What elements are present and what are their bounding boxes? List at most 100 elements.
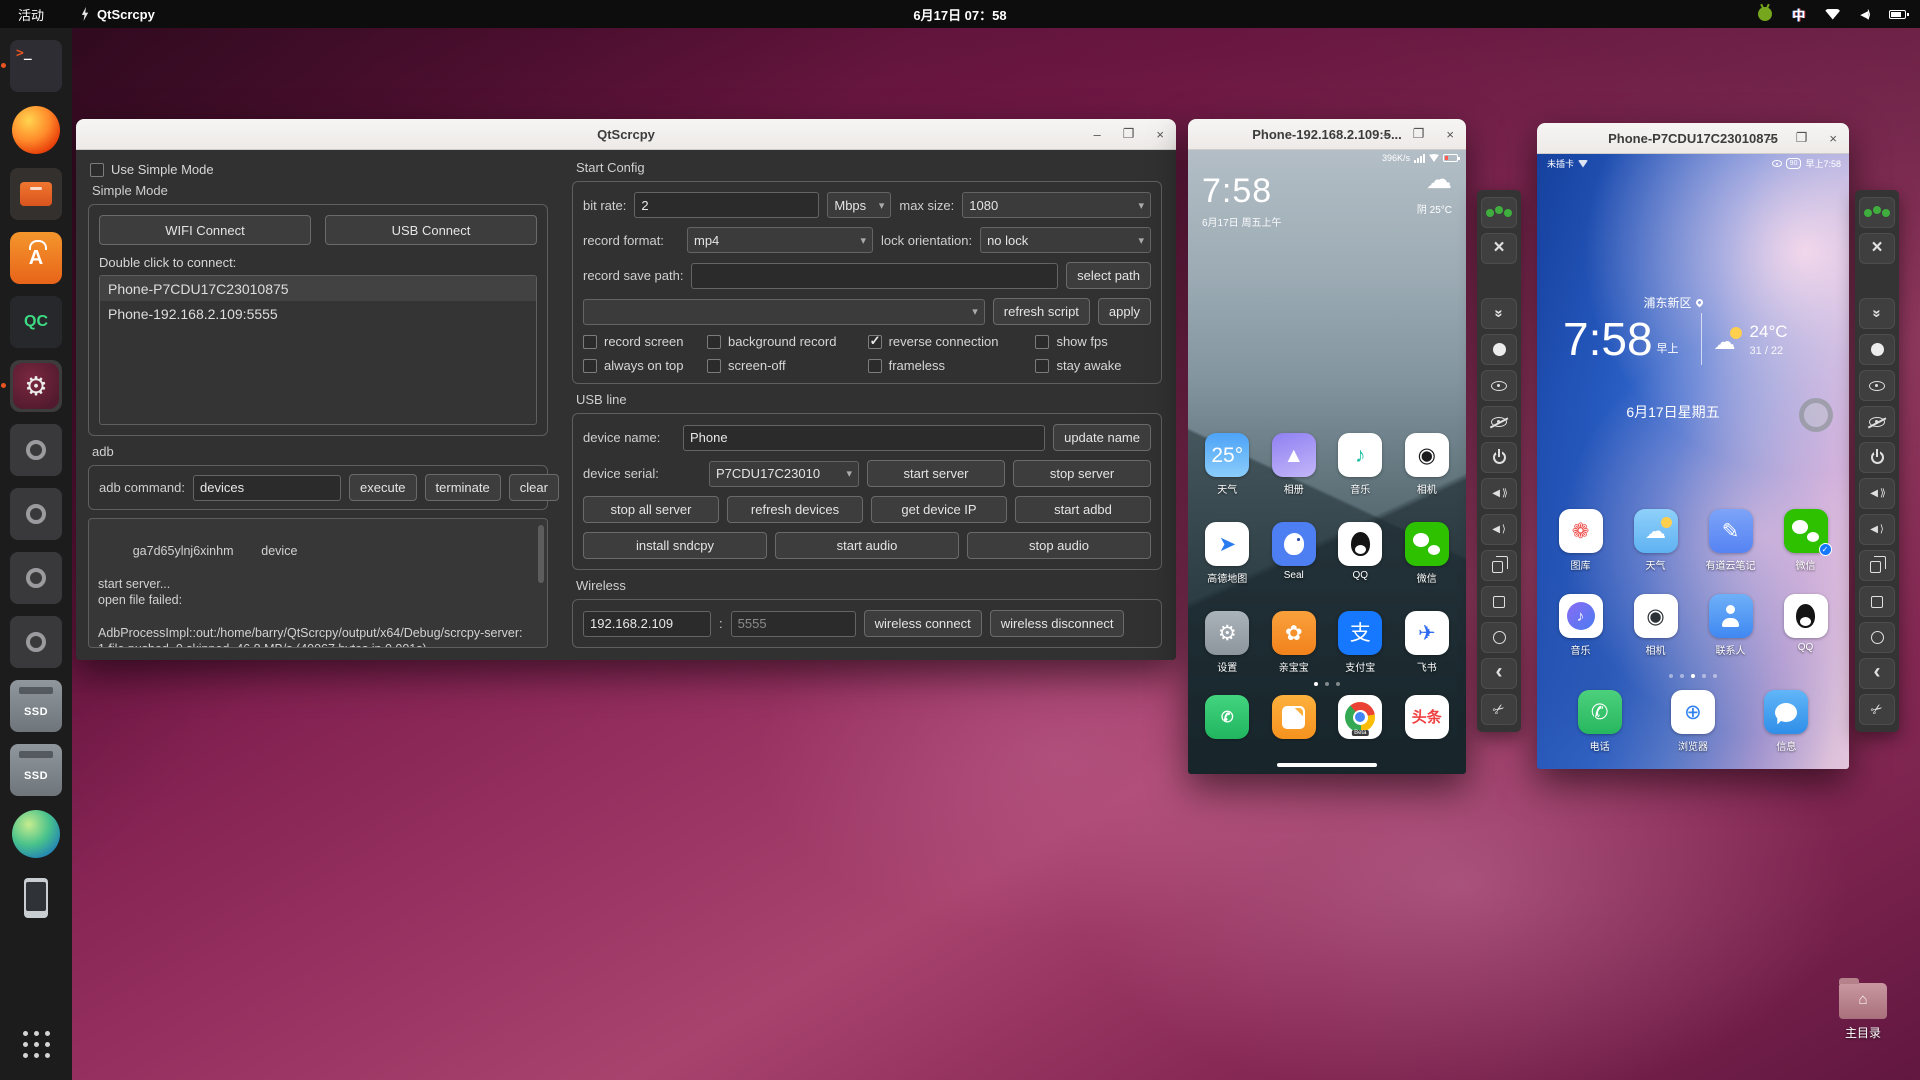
adb-output[interactable]: ga7d65ylnj6xinhm device start server... … xyxy=(88,518,548,648)
input-method-indicator[interactable]: 中 xyxy=(1792,5,1805,24)
stop-audio-button[interactable]: stop audio xyxy=(967,532,1151,559)
dock-chrome[interactable]: Beta xyxy=(1330,695,1390,739)
minimize-button[interactable]: – xyxy=(1767,131,1774,146)
wifi-icon[interactable] xyxy=(1825,8,1841,20)
stop-server-button[interactable]: stop server xyxy=(1013,460,1151,487)
minimize-button[interactable]: – xyxy=(1384,127,1391,142)
close-screen-icon[interactable] xyxy=(1481,406,1517,437)
back-icon[interactable] xyxy=(1859,658,1895,689)
app-wechat[interactable]: ✓ 微信 xyxy=(1776,509,1836,572)
minimize-button[interactable]: – xyxy=(1094,127,1101,142)
wireless-disconnect-button[interactable]: wireless disconnect xyxy=(989,610,1125,637)
bitrate-unit-select[interactable]: Mbps xyxy=(827,192,892,218)
app-contacts[interactable]: 联系人 xyxy=(1701,594,1761,657)
lock-orientation-select[interactable]: no lock xyxy=(980,227,1151,253)
checkbox-always-on-top[interactable]: always on top xyxy=(583,358,707,373)
volume-up-icon[interactable] xyxy=(1481,478,1517,509)
ssd-drive-icon[interactable]: SSD xyxy=(10,680,62,732)
close-button[interactable]: × xyxy=(1446,127,1454,142)
app-qq[interactable]: QQ xyxy=(1330,522,1390,585)
home-indicator[interactable] xyxy=(1277,763,1377,767)
app-switch-icon[interactable] xyxy=(1481,550,1517,581)
open-screen-icon[interactable] xyxy=(1859,370,1895,401)
touch-toggle-icon[interactable] xyxy=(1859,334,1895,365)
firefox-icon[interactable] xyxy=(12,106,60,154)
files-icon[interactable] xyxy=(10,168,62,220)
screenshot-icon[interactable] xyxy=(1859,694,1895,725)
globe-app-icon[interactable] xyxy=(12,810,60,858)
group-control-icon[interactable] xyxy=(1481,196,1517,228)
open-screen-icon[interactable] xyxy=(1481,370,1517,401)
wireless-connect-button[interactable]: wireless connect xyxy=(863,610,982,637)
fullscreen-icon[interactable] xyxy=(1481,232,1517,264)
battery-icon[interactable] xyxy=(1889,9,1909,19)
app-weather[interactable]: ☁ 天气 xyxy=(1626,509,1686,572)
app-amap[interactable]: ➤ 高德地图 xyxy=(1197,522,1257,585)
scrollbar-thumb[interactable] xyxy=(538,525,544,583)
checkbox-record-screen[interactable]: record screen xyxy=(583,334,707,349)
focused-app-menu[interactable]: QtScrcpy xyxy=(80,7,155,22)
ubuntu-software-icon[interactable]: A xyxy=(10,232,62,284)
dock-phone[interactable]: ✆ 电话 xyxy=(1570,690,1630,753)
device-serial-select[interactable]: P7CDU17C23010 xyxy=(709,460,859,487)
max-size-select[interactable]: 1080 xyxy=(962,192,1151,218)
wifi-connect-button[interactable]: WIFI Connect xyxy=(99,215,311,245)
wireless-ip-input[interactable] xyxy=(583,610,711,637)
expand-toolbar-icon[interactable] xyxy=(1859,298,1895,329)
app-gallery[interactable]: ▲ 相册 xyxy=(1264,433,1324,496)
power-icon[interactable] xyxy=(1859,442,1895,473)
maximize-button[interactable]: ❐ xyxy=(1413,126,1425,142)
start-adbd-button[interactable]: start adbd xyxy=(1015,496,1151,523)
use-simple-mode-checkbox[interactable]: Use Simple Mode xyxy=(90,162,548,177)
device-list[interactable]: Phone-P7CDU17C23010875 Phone-192.168.2.10… xyxy=(99,275,537,425)
app-switch-icon[interactable] xyxy=(1859,550,1895,581)
device-name-input[interactable] xyxy=(683,424,1046,451)
app-music[interactable]: ♪ 音乐 xyxy=(1551,594,1611,657)
activities-button[interactable]: 活动 xyxy=(18,5,44,24)
checkbox-reverse-connection[interactable]: reverse connection xyxy=(867,333,1036,349)
volume-up-icon[interactable] xyxy=(1859,478,1895,509)
home-icon[interactable] xyxy=(1481,622,1517,653)
script-select[interactable] xyxy=(583,298,985,325)
app-wechat[interactable]: 微信 xyxy=(1397,522,1457,585)
app-camera[interactable]: ◉ 相机 xyxy=(1626,594,1686,657)
app-youdao-notes[interactable]: ✎ 有道云笔记 xyxy=(1701,509,1761,572)
app-qq[interactable]: QQ xyxy=(1776,594,1836,657)
maximize-button[interactable]: ❐ xyxy=(1123,126,1135,142)
device-window-icon[interactable] xyxy=(10,552,62,604)
menu-icon[interactable] xyxy=(1859,586,1895,617)
wireless-port-input[interactable] xyxy=(730,610,856,637)
apply-button[interactable]: apply xyxy=(1097,298,1151,325)
start-server-button[interactable]: start server xyxy=(867,460,1005,487)
app-alipay[interactable]: 支 支付宝 xyxy=(1330,611,1390,674)
dock-browser[interactable]: ⊕ 浏览器 xyxy=(1663,690,1723,753)
group-control-icon[interactable] xyxy=(1859,196,1895,228)
device-window-icon[interactable] xyxy=(10,424,62,476)
app-weather[interactable]: 25° 天气 xyxy=(1197,433,1257,496)
refresh-devices-button[interactable]: refresh devices xyxy=(727,496,863,523)
bit-rate-input[interactable] xyxy=(634,192,820,218)
app-music[interactable]: ♪ 音乐 xyxy=(1330,433,1390,496)
volume-down-icon[interactable] xyxy=(1481,514,1517,545)
install-sndcpy-button[interactable]: install sndcpy xyxy=(583,532,767,559)
app-gallery[interactable]: ❁ 图库 xyxy=(1551,509,1611,572)
qc-app-icon[interactable]: QC xyxy=(10,296,62,348)
power-icon[interactable] xyxy=(1481,442,1517,473)
phone1-titlebar[interactable]: Phone-192.168.2.109:5... – ❐ × xyxy=(1188,119,1466,150)
show-apps-icon[interactable] xyxy=(10,1018,62,1070)
terminate-button[interactable]: terminate xyxy=(424,474,501,501)
stop-all-server-button[interactable]: stop all server xyxy=(583,496,719,523)
device-item-usb[interactable]: Phone-P7CDU17C23010875 xyxy=(100,276,536,301)
app-feishu[interactable]: ✈ 飞书 xyxy=(1397,611,1457,674)
clock[interactable]: 6月17日 07：58 xyxy=(913,5,1006,24)
device-item-wifi[interactable]: Phone-192.168.2.109:5555 xyxy=(100,301,536,326)
update-name-button[interactable]: update name xyxy=(1053,424,1151,451)
app-qinbaobao[interactable]: ✿ 亲宝宝 xyxy=(1264,611,1324,674)
clear-button[interactable]: clear xyxy=(508,474,559,501)
get-device-ip-button[interactable]: get device IP xyxy=(871,496,1007,523)
app-camera[interactable]: ◉ 相机 xyxy=(1397,433,1457,496)
device-window-icon[interactable] xyxy=(10,616,62,668)
dock-messages[interactable] xyxy=(1264,695,1324,739)
ssd-drive-icon[interactable]: SSD xyxy=(10,744,62,796)
checkbox-show-fps[interactable]: show fps xyxy=(1035,334,1151,349)
